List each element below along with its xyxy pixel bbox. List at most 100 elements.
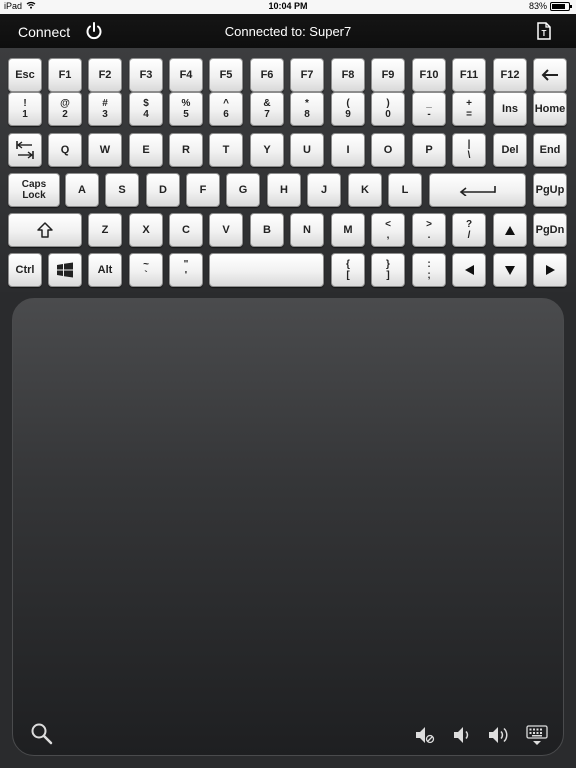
hide-keyboard-icon[interactable]: [525, 723, 549, 752]
key-p[interactable]: P: [412, 133, 446, 167]
key-tab[interactable]: [8, 133, 42, 167]
key-punct-2[interactable]: ? /: [452, 213, 486, 247]
key-g[interactable]: G: [226, 173, 260, 207]
key-pipe[interactable]: | \: [452, 133, 486, 167]
key-alt[interactable]: Alt: [88, 253, 122, 287]
key-top-label: !: [23, 97, 27, 109]
key-i[interactable]: I: [331, 133, 365, 167]
key-f7[interactable]: F7: [290, 58, 324, 92]
key-4[interactable]: $4: [129, 92, 163, 126]
key-1[interactable]: ! 1: [8, 92, 42, 126]
key-n[interactable]: N: [290, 213, 324, 247]
key-top-label: >: [426, 218, 432, 230]
key-k[interactable]: K: [348, 173, 382, 207]
key-z[interactable]: Z: [88, 213, 122, 247]
key-top-label: _: [426, 97, 432, 109]
key-j[interactable]: J: [307, 173, 341, 207]
key-caps-lock[interactable]: Caps Lock: [8, 173, 60, 207]
key-8[interactable]: * 8: [290, 92, 324, 126]
key-0[interactable]: ) 0: [371, 92, 405, 126]
key-f[interactable]: F: [186, 173, 220, 207]
key-top-label: +: [466, 97, 472, 109]
key-home[interactable]: Home: [533, 92, 567, 126]
key-f2[interactable]: F2: [88, 58, 122, 92]
key-b[interactable]: B: [250, 213, 284, 247]
key-t[interactable]: T: [209, 133, 243, 167]
key-y[interactable]: Y: [250, 133, 284, 167]
key-punct-1[interactable]: >.: [412, 213, 446, 247]
key-f1[interactable]: F1: [48, 58, 82, 92]
tab-icon: [15, 139, 35, 161]
key-label: F6: [260, 68, 274, 81]
key-punct-b0[interactable]: ~ `: [129, 253, 163, 287]
key-ctrl[interactable]: Ctrl: [8, 253, 42, 287]
power-icon[interactable]: [84, 21, 104, 41]
key-f3[interactable]: F3: [129, 58, 163, 92]
key-h[interactable]: H: [267, 173, 301, 207]
key-windows[interactable]: [48, 253, 82, 287]
key-pgdn[interactable]: PgDn: [533, 213, 567, 247]
key-f8[interactable]: F8: [331, 58, 365, 92]
document-icon[interactable]: T: [536, 21, 552, 41]
key-f6[interactable]: F6: [250, 58, 284, 92]
key-d[interactable]: D: [146, 173, 180, 207]
key-pgup[interactable]: PgUp: [533, 173, 567, 207]
key-f5[interactable]: F5: [209, 58, 243, 92]
key-label: P: [425, 143, 433, 156]
key-space[interactable]: [209, 253, 324, 287]
key-o[interactable]: O: [371, 133, 405, 167]
key-f12[interactable]: F12: [493, 58, 527, 92]
key-top-label: |: [467, 138, 471, 150]
key-backspace[interactable]: [533, 58, 567, 92]
key-label: Esc: [15, 68, 35, 81]
key-arrow-up[interactable]: [493, 213, 527, 247]
key-q[interactable]: Q: [48, 133, 82, 167]
key-enter[interactable]: [429, 173, 526, 207]
key-punct-c2[interactable]: :;: [412, 253, 446, 287]
key-label: R: [182, 143, 190, 156]
connect-button[interactable]: Connect: [18, 24, 70, 40]
key-punct-0[interactable]: <,: [371, 213, 405, 247]
key-l[interactable]: L: [388, 173, 422, 207]
key-shift[interactable]: [8, 213, 82, 247]
key-punct-b1[interactable]: " ': [169, 253, 203, 287]
key-ins[interactable]: Ins: [493, 92, 527, 126]
key-7[interactable]: & 7: [250, 92, 284, 126]
key-9[interactable]: (9: [331, 92, 365, 126]
key-f4[interactable]: F4: [169, 58, 203, 92]
key-u[interactable]: U: [290, 133, 324, 167]
key-punct-c0[interactable]: {[: [331, 253, 365, 287]
key-e[interactable]: E: [129, 133, 163, 167]
key-top-label: ": [183, 258, 189, 270]
volume-mute-icon[interactable]: [414, 725, 436, 750]
key-del[interactable]: Del: [493, 133, 527, 167]
key-r[interactable]: R: [169, 133, 203, 167]
key-arrow-left[interactable]: [452, 253, 486, 287]
key-f11[interactable]: F11: [452, 58, 486, 92]
key-w[interactable]: W: [88, 133, 122, 167]
key-3[interactable]: #3: [88, 92, 122, 126]
key-v[interactable]: V: [209, 213, 243, 247]
key-s[interactable]: S: [105, 173, 139, 207]
volume-down-icon[interactable]: [452, 725, 474, 750]
key-a[interactable]: A: [65, 173, 99, 207]
key-5[interactable]: % 5: [169, 92, 203, 126]
volume-up-icon[interactable]: [487, 724, 513, 751]
key-m[interactable]: M: [331, 213, 365, 247]
key-6[interactable]: ^ 6: [209, 92, 243, 126]
key--[interactable]: _ -: [412, 92, 446, 126]
key-punct-c1[interactable]: }]: [371, 253, 405, 287]
key-arrow-down[interactable]: [493, 253, 527, 287]
key-bottom-label: 0: [385, 109, 391, 120]
key-f10[interactable]: F10: [412, 58, 446, 92]
key-esc[interactable]: Esc: [8, 58, 42, 92]
key-c[interactable]: C: [169, 213, 203, 247]
touchpad[interactable]: [12, 298, 564, 756]
key-f9[interactable]: F9: [371, 58, 405, 92]
key-2[interactable]: @2: [48, 92, 82, 126]
key-x[interactable]: X: [129, 213, 163, 247]
key-arrow-right[interactable]: [533, 253, 567, 287]
key-end[interactable]: End: [533, 133, 567, 167]
search-icon[interactable]: [30, 722, 54, 751]
key-=[interactable]: + =: [452, 92, 486, 126]
